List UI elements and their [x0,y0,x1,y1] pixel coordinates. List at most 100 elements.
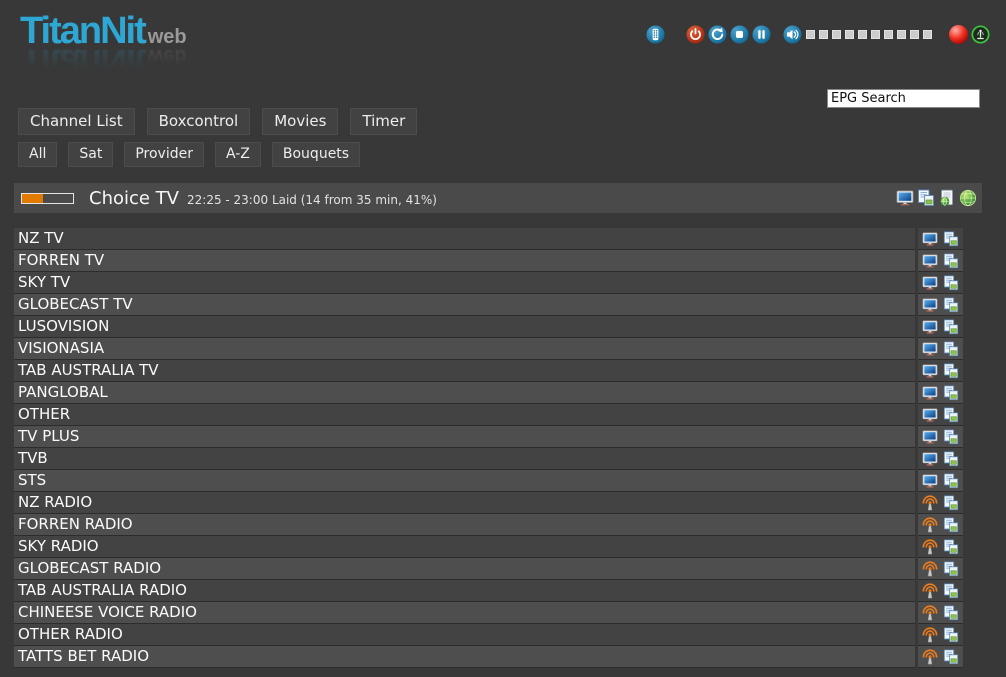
epg-search-input[interactable] [827,89,980,108]
filter-provider[interactable]: Provider [124,142,204,167]
volume-segment[interactable] [923,30,932,39]
filter-bouquets[interactable]: Bouquets [272,142,360,167]
remote-control-icon[interactable] [646,25,665,44]
filter-nav: All Sat Provider A-Z Bouquets [18,142,360,167]
epg-list-icon[interactable] [943,341,959,357]
tv-zap-icon[interactable] [922,451,938,467]
channel-row: TAB AUSTRALIA TV [14,360,963,382]
filter-sat[interactable]: Sat [68,142,113,167]
tab-timer[interactable]: Timer [350,108,417,135]
tv-zap-icon[interactable] [922,407,938,423]
epg-list-icon[interactable] [943,583,959,599]
epg-list-icon[interactable] [943,495,959,511]
channel-name[interactable]: PANGLOBAL [14,382,915,404]
radio-zap-icon[interactable] [922,649,938,665]
channel-name[interactable]: NZ RADIO [14,492,915,514]
channel-row-actions [918,382,963,404]
radio-zap-icon[interactable] [922,561,938,577]
epg-list-icon[interactable] [943,363,959,379]
volume-segment[interactable] [806,30,815,39]
epg-list-icon[interactable] [917,189,935,207]
epg-list-icon[interactable] [943,297,959,313]
channel-name[interactable]: GLOBECAST TV [14,294,915,316]
epg-list-icon[interactable] [943,517,959,533]
tv-zap-icon[interactable] [922,363,938,379]
channel-name[interactable]: NZ TV [14,228,915,250]
volume-segment[interactable] [910,30,919,39]
channel-name[interactable]: TVB [14,448,915,470]
tv-zap-icon[interactable] [922,429,938,445]
volume-segment[interactable] [832,30,841,39]
tab-boxcontrol[interactable]: Boxcontrol [147,108,251,135]
tv-zap-icon[interactable] [922,231,938,247]
epg-list-icon[interactable] [943,385,959,401]
channel-name[interactable]: SKY RADIO [14,536,915,558]
stream-file-icon[interactable] [938,189,956,207]
tv-zap-icon[interactable] [922,473,938,489]
channel-name[interactable]: CHINEESE VOICE RADIO [14,602,915,624]
radio-zap-icon[interactable] [922,583,938,599]
radio-zap-icon[interactable] [922,627,938,643]
channel-row: TV PLUS [14,426,963,448]
channel-name[interactable]: OTHER [14,404,915,426]
volume-segment[interactable] [897,30,906,39]
radio-zap-icon[interactable] [922,605,938,621]
tab-channel-list[interactable]: Channel List [18,108,135,135]
standby-status-icon[interactable] [971,25,990,44]
channel-row-actions [918,404,963,426]
epg-list-icon[interactable] [943,231,959,247]
channel-name[interactable]: STS [14,470,915,492]
channel-row: TVB [14,448,963,470]
pause-icon[interactable] [752,25,771,44]
radio-zap-icon[interactable] [922,495,938,511]
epg-list-icon[interactable] [943,275,959,291]
channel-name[interactable]: TAB AUSTRALIA TV [14,360,915,382]
volume-segment[interactable] [884,30,893,39]
channel-row-actions [918,514,963,536]
volume-segment[interactable] [845,30,854,39]
tab-movies[interactable]: Movies [262,108,338,135]
radio-zap-icon[interactable] [922,539,938,555]
epg-list-icon[interactable] [943,539,959,555]
channel-name[interactable]: OTHER RADIO [14,624,915,646]
speaker-icon[interactable] [783,25,802,44]
epg-list-icon[interactable] [943,627,959,643]
channel-name[interactable]: GLOBECAST RADIO [14,558,915,580]
volume-segment[interactable] [819,30,828,39]
radio-zap-icon[interactable] [922,517,938,533]
channel-name[interactable]: FORREN RADIO [14,514,915,536]
epg-list-icon[interactable] [943,407,959,423]
epg-list-icon[interactable] [943,473,959,489]
tv-stream-icon[interactable] [896,189,914,207]
epg-list-icon[interactable] [943,451,959,467]
epg-list-icon[interactable] [943,649,959,665]
stop-icon[interactable] [730,25,749,44]
channel-name[interactable]: TAB AUSTRALIA RADIO [14,580,915,602]
volume-segment[interactable] [871,30,880,39]
filter-az[interactable]: A-Z [215,142,261,167]
epg-list-icon[interactable] [943,319,959,335]
restart-icon[interactable] [708,25,727,44]
channel-name[interactable]: SKY TV [14,272,915,294]
tv-zap-icon[interactable] [922,319,938,335]
tv-zap-icon[interactable] [922,297,938,313]
epg-list-icon[interactable] [943,429,959,445]
record-indicator [949,25,968,44]
power-icon[interactable] [686,25,705,44]
channel-name[interactable]: FORREN TV [14,250,915,272]
tv-zap-icon[interactable] [922,275,938,291]
volume-segment[interactable] [858,30,867,39]
tv-zap-icon[interactable] [922,385,938,401]
tv-zap-icon[interactable] [922,341,938,357]
filter-all[interactable]: All [18,142,57,167]
epg-list-icon[interactable] [943,561,959,577]
tv-zap-icon[interactable] [922,253,938,269]
channel-name[interactable]: VISIONASIA [14,338,915,360]
epg-list-icon[interactable] [943,605,959,621]
top-control-bar [646,24,990,44]
epg-list-icon[interactable] [943,253,959,269]
webtv-globe-icon[interactable] [959,189,977,207]
channel-name[interactable]: TATTS BET RADIO [14,646,915,668]
channel-name[interactable]: TV PLUS [14,426,915,448]
channel-name[interactable]: LUSOVISION [14,316,915,338]
